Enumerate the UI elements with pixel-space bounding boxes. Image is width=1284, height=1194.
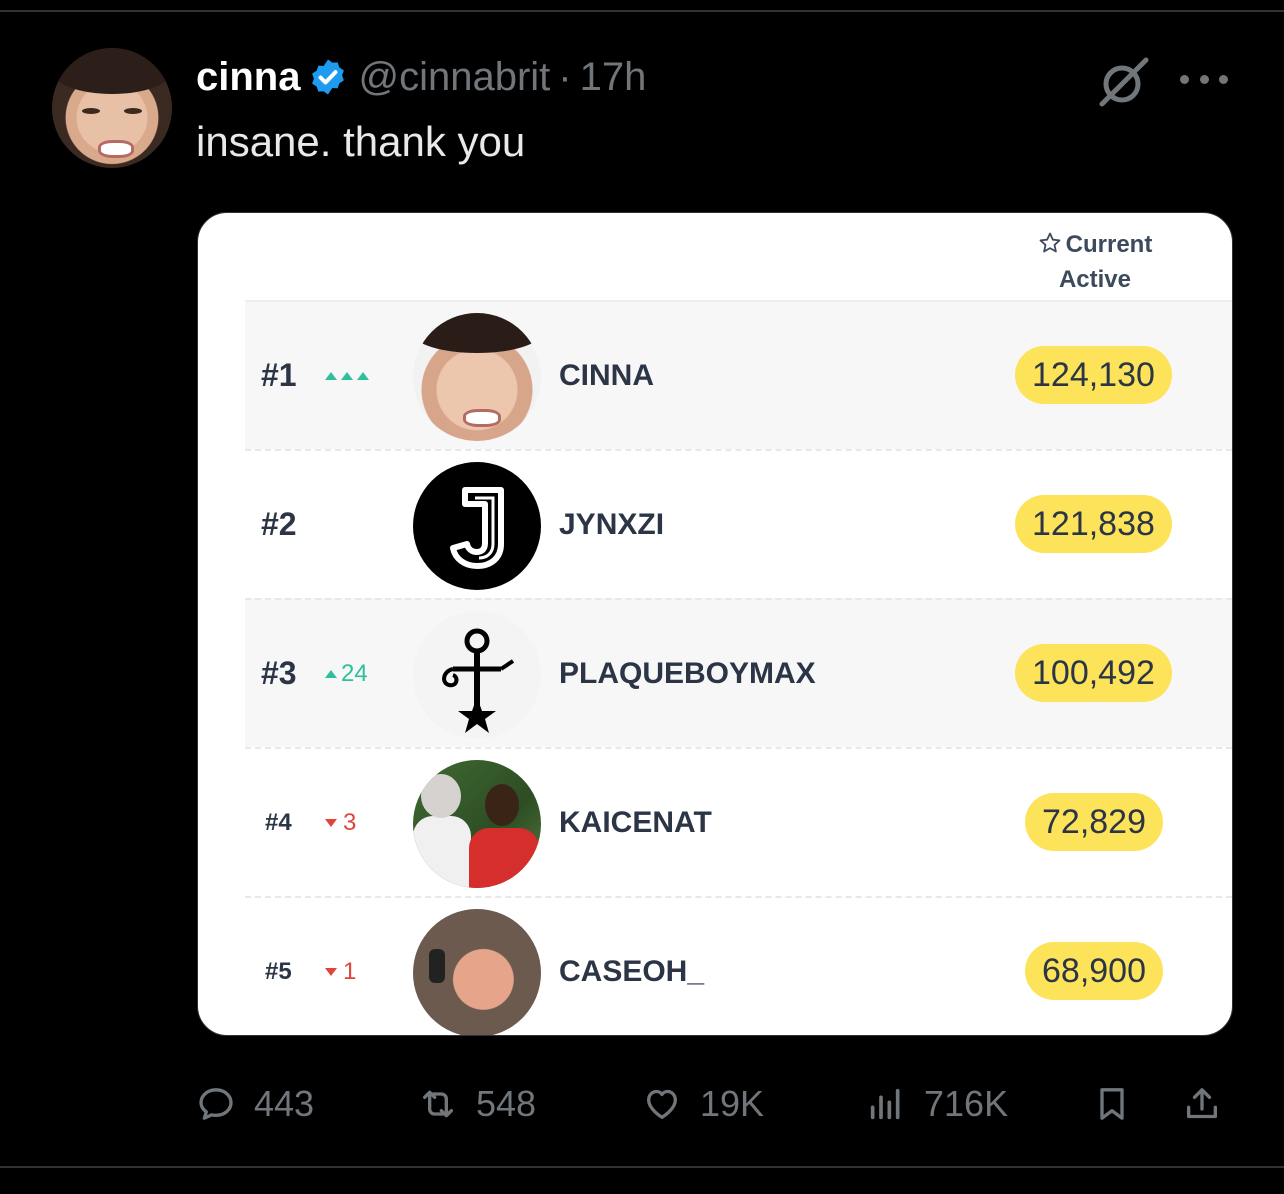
view-count: 716K	[924, 1083, 1009, 1124]
tweet-time[interactable]: 17h	[580, 55, 647, 100]
table-row[interactable]: #1 CINNA 124,130	[245, 300, 1232, 449]
avatar-hair	[52, 48, 172, 94]
streamer-avatar	[413, 909, 541, 1035]
reply-count: 443	[254, 1083, 315, 1124]
tweet-header: cinna @cinnabrit · 17h	[196, 52, 646, 102]
streamer-name: JYNXZI	[559, 507, 665, 541]
table-row[interactable]: #4 3 KAICENAT 72,829	[245, 747, 1232, 896]
rank-label: #4	[265, 808, 292, 836]
reply-icon	[199, 1088, 233, 1120]
action-bar: 443 548 19K 716K	[196, 1074, 1236, 1134]
rank-change: 1	[325, 898, 357, 1035]
down-arrow-icon	[325, 967, 337, 976]
rank-change-value: 3	[343, 808, 357, 836]
author-name[interactable]: cinna	[196, 55, 300, 100]
streamer-name: CINNA	[559, 358, 654, 392]
streamer-avatar	[413, 611, 541, 739]
tweet-text: insane. thank you	[196, 118, 526, 165]
down-arrow-icon	[325, 818, 337, 827]
star-icon	[1039, 232, 1061, 253]
subs-count-badge: 72,829	[1025, 793, 1163, 851]
rank-label: #3	[261, 655, 297, 691]
more-icon[interactable]	[1180, 64, 1228, 94]
streamer-avatar	[413, 313, 541, 441]
verified-badge-icon	[312, 59, 345, 95]
views-button[interactable]: 716K	[866, 1074, 1008, 1134]
leaderboard-table: #1 CINNA 124,130 #2 JYNXZI 121,838 #3 24…	[245, 300, 1232, 1035]
like-count: 19K	[700, 1083, 765, 1124]
table-row[interactable]: #3 24 PLAQUEBOYMAX 100,492	[245, 598, 1232, 747]
up-arrow-icon	[325, 669, 337, 678]
subs-count-badge: 121,838	[1015, 495, 1172, 553]
rank-change: 24	[325, 600, 368, 747]
share-icon	[1187, 1088, 1217, 1119]
rank-label: #1	[261, 357, 297, 393]
grok-icon[interactable]	[1096, 54, 1152, 110]
streamer-name: CASEOH_	[559, 954, 705, 988]
rank-change-value: 1	[343, 957, 357, 985]
subs-count-badge: 68,900	[1025, 942, 1163, 1000]
streamer-name: PLAQUEBOYMAX	[559, 656, 816, 690]
separator-dot: ·	[558, 54, 572, 99]
top-divider	[0, 10, 1284, 12]
author-avatar[interactable]	[52, 48, 172, 168]
avatar-eye-right	[124, 108, 142, 114]
bottom-divider	[0, 1166, 1284, 1168]
streamer-avatar	[413, 462, 541, 590]
like-icon	[647, 1089, 677, 1119]
love-symbol-icon	[442, 628, 515, 733]
table-row[interactable]: #5 1 CASEOH_ 68,900	[245, 896, 1232, 1035]
streamer-name: KAICENAT	[559, 805, 712, 839]
rank-change: 3	[325, 749, 356, 896]
rank-label: #5	[265, 957, 292, 985]
like-button[interactable]: 19K	[642, 1074, 764, 1134]
bookmark-icon	[1100, 1088, 1124, 1120]
repost-button[interactable]: 548	[418, 1074, 536, 1134]
table-row[interactable]: #2 JYNXZI 121,838	[245, 449, 1232, 598]
rank-change-value: 24	[341, 659, 368, 687]
column-header-line1: Current	[1065, 231, 1153, 258]
repost-count: 548	[476, 1083, 537, 1124]
j-logo-icon	[450, 487, 504, 569]
repost-icon	[423, 1090, 453, 1118]
author-handle[interactable]: @cinnabrit	[358, 55, 550, 100]
rank-label: #2	[261, 506, 297, 542]
streamer-avatar	[413, 760, 541, 888]
subs-count-badge: 100,492	[1015, 644, 1172, 702]
share-button[interactable]	[1182, 1074, 1222, 1134]
avatar-mouth	[98, 140, 134, 158]
subs-count-badge: 124,130	[1015, 346, 1172, 404]
views-icon	[870, 1088, 900, 1120]
bookmark-button[interactable]	[1092, 1074, 1132, 1134]
avatar-eye-left	[82, 108, 100, 114]
rank-change-up-icon	[325, 302, 373, 449]
media-card[interactable]: Current Active Subs #1 CINNA 124,130 #2	[197, 212, 1233, 1036]
reply-button[interactable]: 443	[196, 1074, 314, 1134]
